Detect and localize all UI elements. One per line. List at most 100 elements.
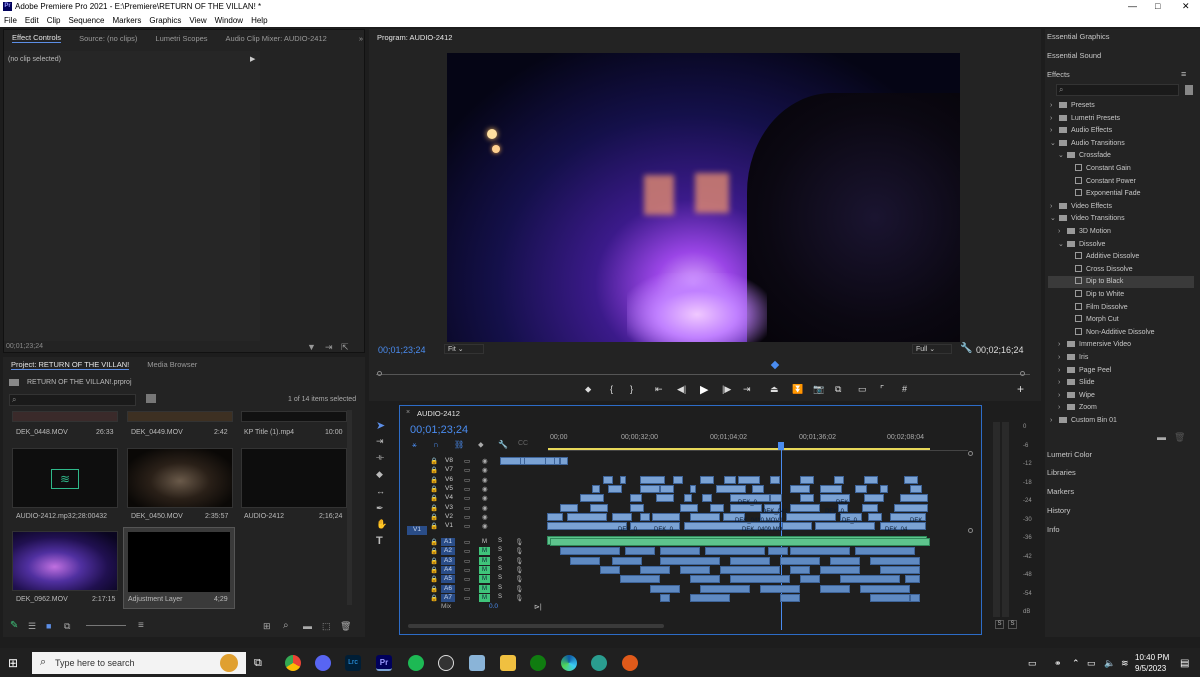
notifications-icon[interactable]: ▤ bbox=[1180, 658, 1189, 669]
sync-lock-icon[interactable]: ▭ bbox=[464, 504, 470, 512]
microphone-icon[interactable]: 🎙 bbox=[515, 566, 523, 574]
linked-selection-icon[interactable]: ⛓ bbox=[454, 440, 464, 449]
effects-search-input[interactable]: ⌕ bbox=[1056, 84, 1179, 96]
video-clip[interactable] bbox=[603, 475, 613, 484]
source-patch-v1[interactable]: V1 bbox=[407, 526, 427, 535]
file-explorer-icon[interactable] bbox=[500, 655, 516, 671]
audio-clip[interactable] bbox=[855, 547, 915, 556]
video-clip[interactable] bbox=[590, 503, 608, 512]
video-clip[interactable] bbox=[652, 512, 680, 521]
video-clip[interactable] bbox=[560, 503, 578, 512]
video-clip[interactable] bbox=[724, 475, 736, 484]
video-clip[interactable] bbox=[752, 484, 764, 493]
menu-sequence[interactable]: Sequence bbox=[68, 16, 104, 25]
icon-view-icon[interactable]: ■ bbox=[46, 621, 51, 631]
audio-clip[interactable] bbox=[780, 556, 820, 565]
effects-item-constant-gain[interactable]: Constant Gain bbox=[1048, 163, 1194, 175]
video-clip[interactable] bbox=[782, 522, 812, 531]
comparison-view-icon[interactable]: ⧉ bbox=[835, 384, 841, 395]
track-label[interactable]: A5 bbox=[441, 575, 455, 584]
audio-clip[interactable] bbox=[870, 593, 910, 602]
video-clip[interactable] bbox=[690, 512, 720, 521]
sync-lock-icon[interactable]: ▭ bbox=[464, 522, 470, 530]
video-clip[interactable] bbox=[855, 484, 867, 493]
menu-view[interactable]: View bbox=[189, 16, 206, 25]
mute-button[interactable]: M bbox=[479, 593, 490, 602]
audio-clip[interactable] bbox=[660, 547, 700, 556]
effects-item-dissolve[interactable]: ⌄ Dissolve bbox=[1048, 239, 1194, 251]
thumbnail-dek-0962[interactable] bbox=[12, 531, 118, 591]
video-clip[interactable] bbox=[608, 484, 622, 493]
effects-item-audio-transitions[interactable]: ⌄ Audio Transitions bbox=[1048, 138, 1194, 150]
effects-item-custom-bin-01[interactable]: › Custom Bin 01 bbox=[1048, 415, 1194, 427]
lock-icon[interactable]: 🔒 bbox=[430, 504, 438, 512]
tab-lumetri-scopes[interactable]: Lumetri Scopes bbox=[155, 34, 207, 43]
share-icon[interactable]: ⇱ bbox=[341, 342, 349, 353]
audio-clip[interactable] bbox=[730, 575, 790, 584]
audio-clip[interactable] bbox=[690, 575, 720, 584]
keyboard-icon[interactable]: ▭ bbox=[1028, 658, 1037, 669]
audio-clip[interactable] bbox=[625, 547, 655, 556]
chevron-right-icon[interactable]: › bbox=[1058, 402, 1067, 414]
audio-clip[interactable] bbox=[760, 584, 800, 593]
chevron-down-icon[interactable]: ⌄ bbox=[1058, 239, 1067, 251]
mark-out-icon[interactable]: } bbox=[630, 384, 633, 394]
tab-project[interactable]: Project: RETURN OF THE VILLAN! bbox=[11, 360, 130, 370]
chevron-right-icon[interactable]: › bbox=[1058, 377, 1067, 389]
tab-audio-clip-mixer[interactable]: Audio Clip Mixer: AUDIO-2412 bbox=[226, 34, 327, 43]
audio-clip[interactable] bbox=[910, 593, 920, 602]
playback-resolution-select[interactable]: Full ⌄ bbox=[912, 344, 952, 354]
sync-lock-icon[interactable]: ▭ bbox=[464, 485, 470, 493]
captions-icon[interactable]: CC bbox=[518, 440, 528, 447]
chevron-right-icon[interactable]: › bbox=[1050, 415, 1059, 427]
effects-item-exponential-fade[interactable]: Exponential Fade bbox=[1048, 188, 1194, 200]
mute-button[interactable]: M bbox=[479, 547, 490, 556]
info-tab[interactable]: Info bbox=[1047, 525, 1060, 534]
add-marker-icon[interactable]: ⬥ bbox=[585, 384, 591, 395]
eye-icon[interactable]: ◉ bbox=[482, 504, 488, 512]
thumbnail-kp-title[interactable] bbox=[241, 411, 347, 422]
sync-lock-icon[interactable]: ▭ bbox=[464, 513, 470, 521]
app-window-icon[interactable] bbox=[469, 655, 485, 671]
sync-lock-icon[interactable]: ▭ bbox=[464, 594, 470, 602]
effects-item-non-additive-dissolve[interactable]: Non-Additive Dissolve bbox=[1048, 327, 1194, 339]
video-clip[interactable] bbox=[640, 484, 660, 493]
menu-graphics[interactable]: Graphics bbox=[149, 16, 181, 25]
video-clip[interactable] bbox=[702, 494, 712, 503]
project-scrollbar[interactable] bbox=[347, 410, 352, 605]
effects-item-audio-effects[interactable]: › Audio Effects bbox=[1048, 125, 1194, 137]
timeline-playhead[interactable] bbox=[778, 442, 784, 450]
video-clip[interactable] bbox=[640, 512, 650, 521]
video-clip[interactable] bbox=[800, 494, 814, 503]
effects-item-cross-dissolve[interactable]: Cross Dissolve bbox=[1048, 264, 1194, 276]
xbox-icon[interactable] bbox=[530, 655, 546, 671]
mute-button[interactable]: M bbox=[479, 584, 490, 593]
hand-tool-icon[interactable]: ✋ bbox=[376, 519, 387, 530]
chevron-down-icon[interactable]: ⌄ bbox=[1050, 138, 1059, 150]
program-time-ruler[interactable] bbox=[376, 367, 1030, 375]
zoom-slider[interactable] bbox=[86, 625, 126, 626]
snap-icon[interactable]: ∩ bbox=[433, 440, 439, 449]
chevron-right-icon[interactable]: › bbox=[1058, 339, 1067, 351]
wrench-icon[interactable]: 🔧 bbox=[960, 343, 972, 354]
mute-button[interactable]: M bbox=[479, 538, 490, 546]
track-label[interactable]: A3 bbox=[441, 556, 455, 565]
audio-clip[interactable] bbox=[640, 565, 670, 574]
lock-icon[interactable]: 🔒 bbox=[430, 547, 438, 555]
video-clip[interactable] bbox=[545, 457, 555, 465]
mark-in-icon[interactable]: { bbox=[610, 384, 613, 394]
type-tool-icon[interactable]: T bbox=[376, 535, 383, 547]
microphone-icon[interactable]: 🎙 bbox=[515, 575, 523, 583]
audio-clip[interactable] bbox=[600, 565, 620, 574]
solo-button[interactable]: S bbox=[498, 547, 502, 553]
play-button[interactable]: ▶ bbox=[700, 383, 708, 396]
video-clip[interactable] bbox=[520, 457, 525, 465]
windows-start-icon[interactable]: ⊞ bbox=[8, 657, 20, 669]
menu-clip[interactable]: Clip bbox=[47, 16, 61, 25]
audio-clip[interactable] bbox=[780, 593, 800, 602]
audio-clip[interactable] bbox=[650, 584, 680, 593]
steam-icon[interactable] bbox=[438, 655, 454, 671]
chevron-right-icon[interactable]: › bbox=[1050, 100, 1059, 112]
lock-icon[interactable]: 🔒 bbox=[430, 557, 438, 565]
chevron-down-icon[interactable]: ⌄ bbox=[1050, 213, 1059, 225]
